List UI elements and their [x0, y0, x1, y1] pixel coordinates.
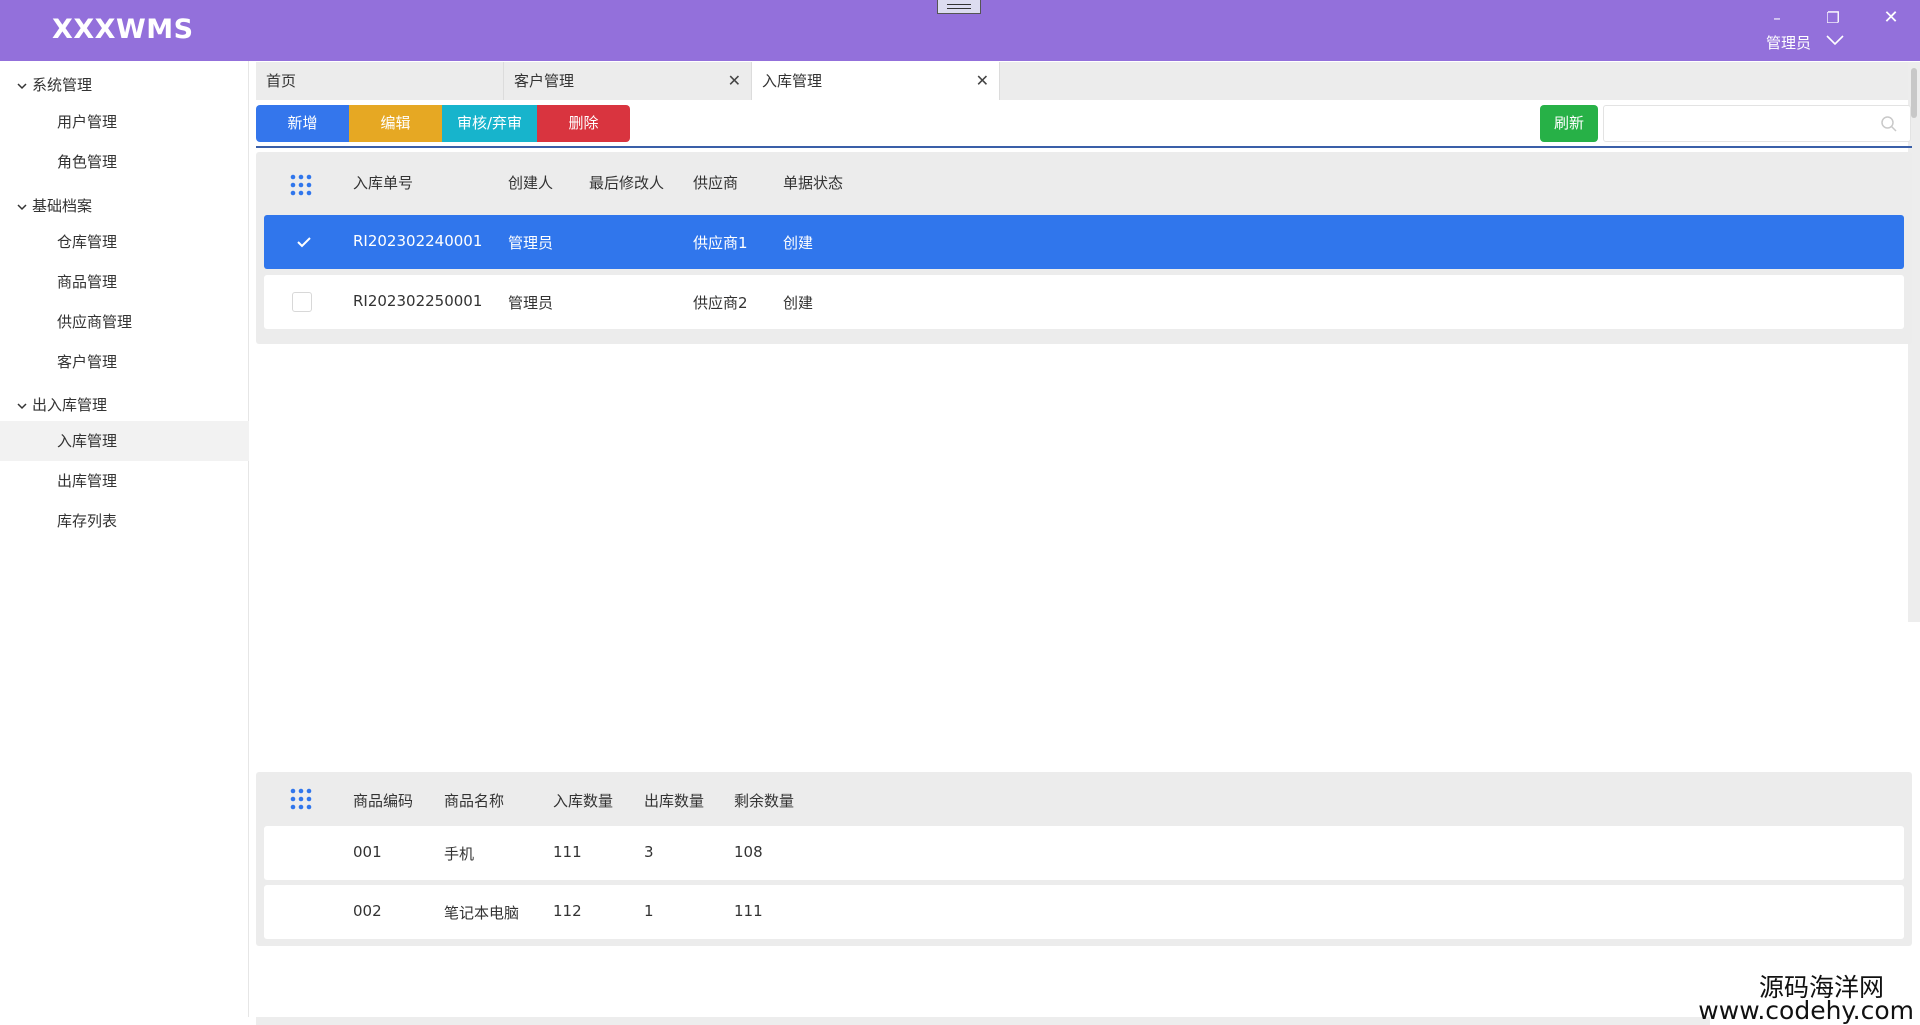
creator: 管理员	[508, 234, 554, 252]
sidebar-item-customers[interactable]: 客户管理	[0, 342, 249, 382]
close-icon[interactable]: ✕	[728, 62, 741, 100]
table-row[interactable]: RI202302250001 管理员 供应商2 创建	[264, 275, 1904, 329]
remaining-quantity: 111	[734, 902, 763, 920]
table-header: 入库单号 创建人 最后修改人 供应商 单据状态	[256, 152, 1912, 212]
search-box	[1603, 105, 1911, 142]
current-user[interactable]: 管理员	[1766, 32, 1811, 53]
app-title: XXXWMS	[52, 14, 194, 45]
supplier: 供应商2	[693, 294, 748, 312]
watermark: 源码海洋网 www.codehy.com	[1698, 968, 1920, 1025]
chevron-down-icon	[17, 82, 27, 89]
order-number: RI202302250001	[353, 292, 483, 310]
sidebar-item-roles[interactable]: 角色管理	[0, 142, 249, 182]
search-icon[interactable]	[1880, 115, 1898, 133]
search-input[interactable]	[1612, 106, 1872, 139]
grid-menu-icon[interactable]	[290, 788, 312, 810]
out-quantity: 1	[644, 902, 654, 920]
column-header[interactable]: 商品编码	[353, 790, 413, 811]
sidebar: 系统管理 用户管理 角色管理 基础档案 仓库管理 商品管理 供应商管理 客户管理…	[0, 61, 249, 1017]
edit-button[interactable]: 编辑	[349, 105, 442, 142]
column-header[interactable]: 供应商	[693, 172, 738, 193]
table-header: 商品编码 商品名称 入库数量 出库数量 剩余数量	[256, 772, 1912, 832]
sidebar-group-inout[interactable]: 出入库管理	[16, 394, 107, 415]
sidebar-item-warehouses[interactable]: 仓库管理	[0, 222, 249, 262]
tab-label: 首页	[266, 72, 297, 90]
checkmark-icon[interactable]	[294, 232, 314, 252]
sidebar-item-suppliers[interactable]: 供应商管理	[0, 302, 249, 342]
sidebar-group-label: 基础档案	[32, 197, 93, 215]
sidebar-item-products[interactable]: 商品管理	[0, 262, 249, 302]
delete-button[interactable]: 删除	[537, 105, 630, 142]
table-row[interactable]: 001 手机 111 3 108	[264, 826, 1904, 880]
sidebar-item-inventory[interactable]: 库存列表	[0, 501, 249, 541]
in-quantity: 112	[553, 902, 582, 920]
creator: 管理员	[508, 294, 554, 312]
column-header[interactable]: 单据状态	[783, 172, 843, 193]
close-window-button[interactable]: ✕	[1876, 6, 1906, 30]
title-bar: XXXWMS – ❐ ✕ 管理员	[0, 0, 1920, 61]
maximize-button[interactable]: ❐	[1818, 6, 1848, 30]
drag-handle-icon[interactable]	[937, 0, 981, 14]
column-header[interactable]: 创建人	[508, 172, 553, 193]
refresh-button[interactable]: 刷新	[1540, 105, 1598, 142]
chevron-down-icon	[17, 402, 27, 409]
column-header[interactable]: 出库数量	[644, 790, 704, 811]
column-header[interactable]: 入库单号	[353, 172, 413, 193]
row-checkbox[interactable]	[292, 292, 312, 312]
product-code: 002	[353, 902, 382, 920]
minimize-button[interactable]: –	[1762, 6, 1792, 30]
tab-label: 入库管理	[762, 72, 823, 90]
column-header[interactable]: 商品名称	[444, 790, 504, 811]
order-number: RI202302240001	[353, 232, 483, 250]
in-quantity: 111	[553, 843, 582, 861]
tab-inbound[interactable]: 入库管理 ✕	[752, 62, 1000, 100]
grid-menu-icon[interactable]	[290, 174, 312, 196]
table-row[interactable]: RI202302240001 管理员 供应商1 创建	[264, 215, 1904, 269]
add-button[interactable]: 新增	[256, 105, 349, 142]
close-icon[interactable]: ✕	[976, 62, 989, 100]
toolbar-divider	[256, 146, 1912, 148]
sidebar-group-system[interactable]: 系统管理	[16, 74, 92, 95]
tab-bar: 首页 客户管理 ✕ 入库管理 ✕	[256, 62, 1912, 100]
sidebar-group-basic-files[interactable]: 基础档案	[16, 195, 92, 216]
column-header[interactable]: 最后修改人	[589, 172, 664, 193]
chevron-down-icon	[17, 203, 27, 210]
orders-table: 入库单号 创建人 最后修改人 供应商 单据状态 RI202302240001 管…	[256, 152, 1912, 344]
tab-customers[interactable]: 客户管理 ✕	[504, 62, 752, 100]
table-row[interactable]: 002 笔记本电脑 112 1 111	[264, 885, 1904, 939]
product-name: 手机	[444, 845, 475, 863]
tab-home[interactable]: 首页	[256, 62, 504, 100]
tab-label: 客户管理	[514, 72, 575, 90]
column-header[interactable]: 入库数量	[553, 790, 613, 811]
sidebar-item-inbound[interactable]: 入库管理	[0, 421, 249, 461]
column-header[interactable]: 剩余数量	[734, 790, 794, 811]
items-table: 商品编码 商品名称 入库数量 出库数量 剩余数量 001 手机 111 3 10…	[256, 772, 1912, 946]
audit-button[interactable]: 审核/弃审	[442, 105, 537, 142]
out-quantity: 3	[644, 843, 654, 861]
chevron-down-icon[interactable]	[1824, 29, 1846, 51]
sidebar-group-label: 系统管理	[32, 76, 93, 94]
remaining-quantity: 108	[734, 843, 763, 861]
status: 创建	[783, 234, 814, 252]
sidebar-group-label: 出入库管理	[32, 396, 108, 414]
status: 创建	[783, 294, 814, 312]
product-code: 001	[353, 843, 382, 861]
product-name: 笔记本电脑	[444, 904, 520, 922]
sidebar-item-outbound[interactable]: 出库管理	[0, 461, 249, 501]
horizontal-scrollbar[interactable]	[256, 1017, 1920, 1025]
watermark-url: www.codehy.com	[1698, 996, 1914, 1025]
supplier: 供应商1	[693, 234, 748, 252]
sidebar-item-users[interactable]: 用户管理	[0, 102, 249, 142]
